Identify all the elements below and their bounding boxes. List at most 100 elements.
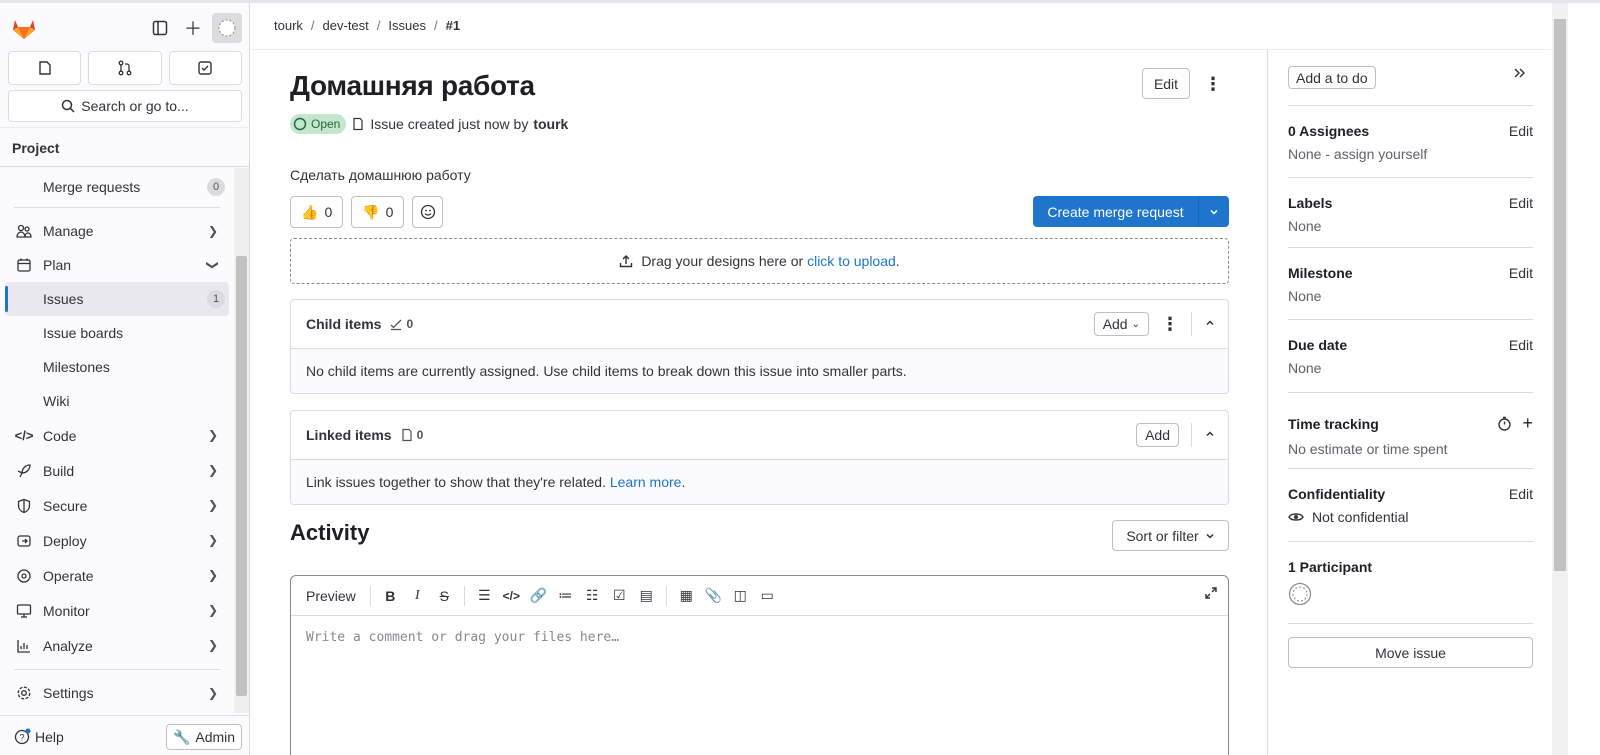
assignees-title: 0 Assignees [1288, 123, 1370, 139]
preview-tab[interactable]: Preview [306, 588, 356, 604]
sidebar-item-deploy[interactable]: Deploy ❯ [0, 523, 234, 558]
link-icon[interactable]: 🔗 [525, 584, 552, 608]
add-reaction-button[interactable] [412, 196, 444, 228]
linked-items-count: 0 [400, 428, 423, 442]
edit-due-date-button[interactable]: Edit [1509, 337, 1533, 353]
page-scrollbar[interactable] [1552, 3, 1568, 755]
sidebar-item-milestones[interactable]: Milestones [0, 350, 234, 384]
sort-filter-button[interactable]: Sort or filter [1112, 520, 1229, 551]
sidebar-item-merge-requests[interactable]: Merge requests 0 [0, 173, 234, 201]
thumbs-up-button[interactable]: 👍 0 [290, 196, 344, 228]
sidebar-item-operate[interactable]: Operate ❯ [0, 558, 234, 593]
create-merge-request-button[interactable]: Create merge request [1033, 196, 1229, 227]
edit-confidentiality-button[interactable]: Edit [1509, 486, 1533, 502]
upload-link[interactable]: click to upload [807, 253, 896, 269]
issue-title: Домашняя работа [290, 70, 535, 101]
scrollbar-thumb[interactable] [1554, 19, 1566, 571]
thumbs-up-icon: 👍 [301, 203, 319, 220]
sidebar-item-code[interactable]: </> Code ❯ [0, 418, 234, 453]
sidebar-item-secure[interactable]: Secure ❯ [0, 488, 234, 523]
sidebar-item-label: Operate [43, 567, 94, 584]
edit-issue-button[interactable]: Edit [1142, 68, 1190, 99]
scrollbar-thumb[interactable] [236, 256, 247, 696]
attach-icon[interactable]: 📎 [700, 584, 727, 608]
admin-button[interactable]: 🔧 Admin [166, 724, 242, 750]
linked-items-title: Linked items [306, 427, 392, 443]
plus-icon[interactable]: ＋ [178, 13, 208, 43]
child-items-tools: Add ⌄ ⋮ [1093, 312, 1216, 336]
breadcrumb-item[interactable]: tourk [274, 18, 303, 33]
expand-icon[interactable] [1204, 586, 1218, 603]
sidebar-item-issue-boards[interactable]: Issue boards [0, 316, 234, 350]
chevron-up-icon[interactable] [1204, 427, 1216, 443]
breadcrumb-item[interactable]: Issues [388, 18, 426, 33]
sidebar-item-manage[interactable]: Manage ❯ [0, 214, 234, 248]
edit-milestone-button[interactable]: Edit [1509, 265, 1533, 281]
more-actions-icon[interactable]: ⋮ [1200, 70, 1226, 98]
sidebar-item-monitor[interactable]: Monitor ❯ [0, 593, 234, 628]
add-todo-button[interactable]: Add a to do [1288, 66, 1376, 89]
add-child-button[interactable]: Add ⌄ [1093, 312, 1149, 336]
user-avatar-icon[interactable] [212, 13, 242, 43]
collapse-sidebar-icon[interactable] [1512, 66, 1526, 85]
italic-icon[interactable]: I [404, 584, 431, 608]
code-icon[interactable]: </> [498, 584, 525, 608]
linked-items-header: Linked items 0 Add [291, 411, 1228, 459]
edit-assignees-button[interactable]: Edit [1509, 123, 1533, 139]
design-dropzone[interactable]: Drag your designs here or click to uploa… [290, 238, 1229, 284]
thumbs-down-button[interactable]: 👎 0 [351, 196, 405, 228]
assignees-value[interactable]: None - assign yourself [1288, 146, 1533, 162]
status-label: Open [311, 117, 341, 131]
table-icon[interactable]: ▦ [673, 584, 700, 608]
quote-icon[interactable]: ☰ [471, 584, 498, 608]
breadcrumb-item[interactable]: dev-test [323, 18, 369, 33]
sidebar-item-issues[interactable]: Issues 1 [5, 282, 229, 316]
time-tracking-title: Time tracking [1288, 415, 1379, 432]
search-button[interactable]: Search or go to... [8, 90, 242, 122]
comment-editor[interactable]: Preview B I S ☰ </> 🔗 ≔ ☷ ☑ ▤ ▦ 📎 ◫ ▭ Wr… [290, 575, 1229, 755]
breadcrumb-current[interactable]: #1 [446, 18, 460, 33]
collapsible-icon[interactable]: ▤ [633, 584, 660, 608]
sidebar-item-build[interactable]: Build ❯ [0, 453, 234, 488]
task-list-icon[interactable]: ☑ [606, 584, 633, 608]
move-issue-button[interactable]: Move issue [1288, 637, 1533, 668]
add-linked-button[interactable]: Add [1136, 423, 1179, 447]
assigned-issues-icon[interactable] [8, 51, 82, 85]
learn-more-link[interactable]: Learn more [610, 474, 682, 490]
gitlab-logo-icon[interactable] [11, 15, 37, 41]
strikethrough-icon[interactable]: S [431, 584, 458, 608]
author-link[interactable]: tourk [533, 116, 568, 132]
stopwatch-icon[interactable] [1497, 416, 1512, 431]
comment-placeholder[interactable]: Write a comment or drag your files here… [291, 616, 1228, 659]
svg-text:?: ? [20, 733, 25, 743]
sidebar-scrollbar[interactable] [234, 168, 249, 713]
sidebar-item-plan[interactable]: Plan ❯ [0, 248, 234, 282]
chevron-up-icon[interactable] [1204, 316, 1216, 332]
bold-icon[interactable]: B [377, 584, 404, 608]
child-items-icon [391, 319, 402, 331]
chevron-down-icon[interactable] [1199, 196, 1229, 227]
sidebar-item-wiki[interactable]: Wiki [0, 384, 234, 418]
edit-labels-button[interactable]: Edit [1509, 195, 1533, 211]
sidebar-item-analyze[interactable]: Analyze ❯ [0, 628, 234, 663]
bullet-list-icon[interactable]: ≔ [552, 584, 579, 608]
help-button[interactable]: ? Help [14, 728, 64, 745]
toggle-sidebar-icon[interactable] [145, 13, 175, 43]
confidentiality-block: Confidentiality Edit Not confidential [1288, 468, 1533, 525]
analyze-icon [15, 637, 33, 655]
merge-requests-icon[interactable] [88, 51, 162, 85]
numbered-list-icon[interactable]: ☷ [579, 584, 606, 608]
due-date-block: Due date Edit None [1288, 319, 1533, 376]
plus-icon[interactable]: + [1522, 413, 1533, 434]
comment-template-icon[interactable]: ▭ [754, 584, 781, 608]
todo-icon[interactable] [168, 51, 242, 85]
chevron-right-icon: ❯ [207, 428, 218, 442]
create-merge-request-label[interactable]: Create merge request [1033, 196, 1199, 227]
slash-command-icon[interactable]: ◫ [727, 584, 754, 608]
more-actions-icon[interactable]: ⋮ [1161, 314, 1179, 335]
labels-title: Labels [1288, 195, 1333, 211]
participant-avatar[interactable] [1288, 582, 1312, 606]
thumbs-down-count: 0 [385, 204, 394, 220]
linked-issue-icon [401, 428, 412, 442]
sidebar-item-settings[interactable]: Settings ❯ [0, 676, 234, 710]
